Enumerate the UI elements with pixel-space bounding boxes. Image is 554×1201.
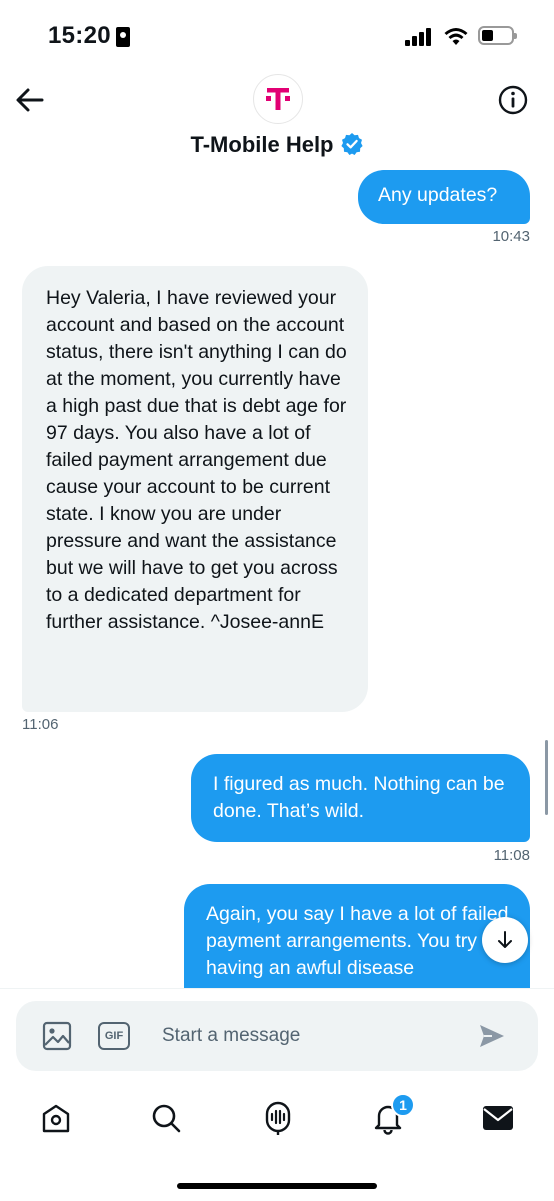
status-time: 15:20 [48,22,111,49]
composer-area: GIF [0,988,554,1201]
message-timestamp: 10:43 [492,228,530,245]
status-bar: 15:20 [0,0,554,72]
battery-icon [478,26,517,45]
tmobile-avatar[interactable] [253,74,303,124]
tmobile-logo-icon [266,88,290,110]
message-timestamp: 11:06 [22,716,59,733]
verified-badge-icon [340,133,363,155]
image-icon[interactable] [42,1021,72,1051]
message-bubble-sent[interactable]: Again, you say I have a lot of failed pa… [184,884,530,988]
message-input[interactable] [162,1021,462,1051]
tab-home[interactable] [36,1098,76,1138]
gif-icon[interactable]: GIF [98,1022,130,1050]
message-bubble-sent[interactable]: I figured as much. Nothing can be done. … [191,754,530,842]
search-icon [152,1104,181,1133]
back-arrow-icon[interactable] [14,86,46,114]
sim-card-icon [116,27,130,47]
scroll-to-bottom-button[interactable] [482,917,528,963]
home-icon [42,1104,70,1133]
scrollbar[interactable] [545,740,548,815]
info-icon[interactable] [498,85,528,115]
mail-icon [483,1106,513,1130]
tab-spaces[interactable] [258,1098,298,1138]
wifi-icon [444,28,468,45]
spaces-microphone-icon [265,1101,291,1135]
home-indicator[interactable] [177,1183,377,1189]
arrow-down-icon [498,931,512,948]
message-bubble-received[interactable]: Hey Valeria, I have reviewed your accoun… [22,266,368,712]
tab-search[interactable] [146,1098,186,1138]
message-composer: GIF [16,1001,538,1071]
message-timestamp: 11:08 [493,847,530,864]
notifications-badge: 1 [391,1093,415,1117]
tab-messages[interactable] [478,1098,518,1138]
send-icon[interactable] [478,1023,506,1049]
conversation-header: T-Mobile Help [0,72,554,168]
message-bubble-sent[interactable]: Any updates? [358,170,530,224]
contact-name: T-Mobile Help [190,132,334,157]
cellular-signal-icon [405,28,433,46]
conversation-title[interactable]: T-Mobile Help [0,132,554,158]
